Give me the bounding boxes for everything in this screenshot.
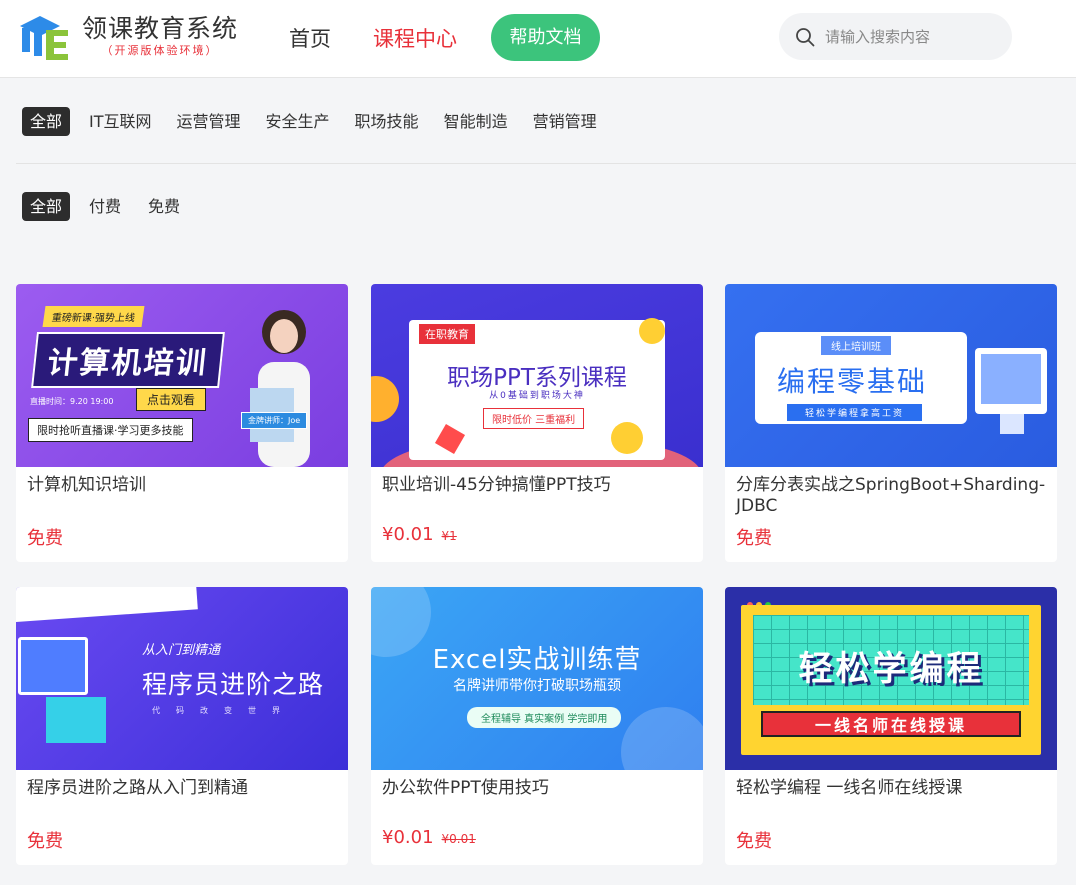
category-it[interactable]: IT互联网 xyxy=(81,107,160,136)
course-title[interactable]: 程序员进阶之路从入门到精通 xyxy=(27,778,339,799)
course-card[interactable]: 线上培训班 编程零基础 轻松学编程拿高工资 分库分表实战之SpringBoot+… xyxy=(725,284,1057,562)
pricing-free[interactable]: 免费 xyxy=(140,192,188,221)
cover-sub: 名牌讲师带你打破职场瓶颈 xyxy=(453,678,621,694)
search-box[interactable] xyxy=(779,13,1012,60)
logo-title: 领课教育系统 xyxy=(82,14,239,43)
header: 领课教育系统 （开源版体验环境） 首页 课程中心 帮助文档 xyxy=(0,0,1076,78)
cover-decoration xyxy=(621,707,703,770)
cover-headline: 轻松学编程 xyxy=(798,649,984,689)
course-cover[interactable]: 从入门到精通 程序员进阶之路 代码改变世界 xyxy=(16,587,348,770)
category-manufacturing[interactable]: 智能制造 xyxy=(436,107,516,136)
course-title[interactable]: 办公软件PPT使用技巧 xyxy=(382,778,694,799)
cover-headline: 编程零基础 xyxy=(777,365,928,398)
cover-tag: 重磅新课·强势上线 xyxy=(42,306,145,327)
course-price: ¥0.01 ¥0.01 xyxy=(382,827,476,848)
category-safety[interactable]: 安全生产 xyxy=(258,107,338,136)
logo[interactable]: 领课教育系统 （开源版体验环境） xyxy=(16,12,238,60)
pricing-filter: 全部 付费 免费 xyxy=(22,192,193,221)
stairs-illustration xyxy=(46,697,106,743)
cover-headline: 职场PPT系列课程 xyxy=(447,365,627,391)
monitor-stand xyxy=(1000,414,1024,434)
price-current: ¥0.01 xyxy=(382,827,434,848)
cover-decoration xyxy=(611,422,643,454)
course-price: 免费 xyxy=(736,524,772,550)
logo-subtitle: （开源版体验环境） xyxy=(101,44,219,57)
category-operations[interactable]: 运营管理 xyxy=(169,107,249,136)
course-cover[interactable]: 在职教育 职场PPT系列课程 从0基础到职场大神 限时低价 三重福利 xyxy=(371,284,703,467)
teacher-photo xyxy=(250,310,310,467)
course-card[interactable]: Excel实战训练营 名牌讲师带你打破职场瓶颈 全程辅导 真实案例 学完即用 办… xyxy=(371,587,703,865)
course-cover[interactable]: 轻松学编程 一线名师在线授课 xyxy=(725,587,1057,770)
filter-divider xyxy=(16,163,1076,164)
category-all[interactable]: 全部 xyxy=(22,107,71,136)
logo-icon xyxy=(20,16,68,60)
course-title[interactable]: 分库分表实战之SpringBoot+Sharding-JDBC xyxy=(736,475,1048,517)
pricing-paid[interactable]: 付费 xyxy=(81,192,129,221)
cover-teacher: 金牌讲师：Joe xyxy=(241,412,308,429)
course-price: ¥0.01 ¥1 xyxy=(382,524,457,545)
nav-home[interactable]: 首页 xyxy=(289,22,331,56)
category-marketing[interactable]: 营销管理 xyxy=(525,107,605,136)
price-current: 免费 xyxy=(27,528,63,549)
price-original: ¥0.01 xyxy=(441,832,476,846)
nav-course-center[interactable]: 课程中心 xyxy=(373,22,457,56)
monitor-screen xyxy=(981,354,1041,404)
course-cover[interactable]: 线上培训班 编程零基础 轻松学编程拿高工资 xyxy=(725,284,1057,467)
main-nav: 首页 课程中心 xyxy=(289,22,499,56)
cover-tag: 线上培训班 xyxy=(821,336,891,355)
cover-badge: 限时低价 三重福利 xyxy=(483,408,585,429)
cover-decoration xyxy=(639,318,665,344)
course-title[interactable]: 轻松学编程 一线名师在线授课 xyxy=(736,778,1048,799)
course-cover[interactable]: Excel实战训练营 名牌讲师带你打破职场瓶颈 全程辅导 真实案例 学完即用 xyxy=(371,587,703,770)
course-price: 免费 xyxy=(27,827,63,853)
course-card[interactable]: 轻松学编程 一线名师在线授课 轻松学编程 一线名师在线授课 免费 xyxy=(725,587,1057,865)
cover-sub: 代码改变世界 xyxy=(152,706,296,715)
cover-sub: 一线名师在线授课 xyxy=(761,711,1021,737)
course-price: 免费 xyxy=(27,524,63,550)
pricing-all[interactable]: 全部 xyxy=(22,192,71,221)
cover-headline: 程序员进阶之路 xyxy=(142,670,325,699)
price-current: ¥0.01 xyxy=(382,524,434,545)
price-original: ¥1 xyxy=(441,529,457,543)
cover-headline: Excel实战训练营 xyxy=(432,645,642,675)
course-card[interactable]: 重磅新课·强势上线 计算机培训 直播时间：9.20 19:00 点击观看 限时抢… xyxy=(16,284,348,562)
price-current: 免费 xyxy=(736,528,772,549)
price-current: 免费 xyxy=(736,831,772,852)
cover-sub: 从0基础到职场大神 xyxy=(489,391,585,401)
cover-watch: 点击观看 xyxy=(136,388,207,411)
cover-badge: 全程辅导 真实案例 学完即用 xyxy=(467,707,622,728)
search-icon[interactable] xyxy=(795,27,815,47)
category-filter: 全部 IT互联网 运营管理 安全生产 职场技能 智能制造 营销管理 xyxy=(22,107,610,136)
course-price: 免费 xyxy=(736,827,772,853)
cover-decoration xyxy=(16,587,198,625)
cover-tag: 在职教育 xyxy=(419,324,475,344)
cover-headline: 计算机培训 xyxy=(31,332,225,388)
cover-time: 直播时间：9.20 19:00 xyxy=(30,397,114,406)
search-input[interactable] xyxy=(825,27,995,46)
course-cover[interactable]: 重磅新课·强势上线 计算机培训 直播时间：9.20 19:00 点击观看 限时抢… xyxy=(16,284,348,467)
cover-limit: 限时抢听直播课·学习更多技能 xyxy=(28,418,193,442)
course-title[interactable]: 职业培训-45分钟搞懂PPT技巧 xyxy=(382,475,694,496)
course-card[interactable]: 在职教育 职场PPT系列课程 从0基础到职场大神 限时低价 三重福利 职业培训-… xyxy=(371,284,703,562)
price-current: 免费 xyxy=(27,831,63,852)
cover-sub: 轻松学编程拿高工资 xyxy=(787,404,923,421)
cover-tag: 从入门到精通 xyxy=(142,643,221,658)
course-card[interactable]: 从入门到精通 程序员进阶之路 代码改变世界 程序员进阶之路从入门到精通 免费 xyxy=(16,587,348,865)
help-docs-button[interactable]: 帮助文档 xyxy=(491,14,600,61)
monitor-illustration xyxy=(18,637,88,695)
category-workplace-skills[interactable]: 职场技能 xyxy=(347,107,427,136)
course-title[interactable]: 计算机知识培训 xyxy=(27,475,339,496)
